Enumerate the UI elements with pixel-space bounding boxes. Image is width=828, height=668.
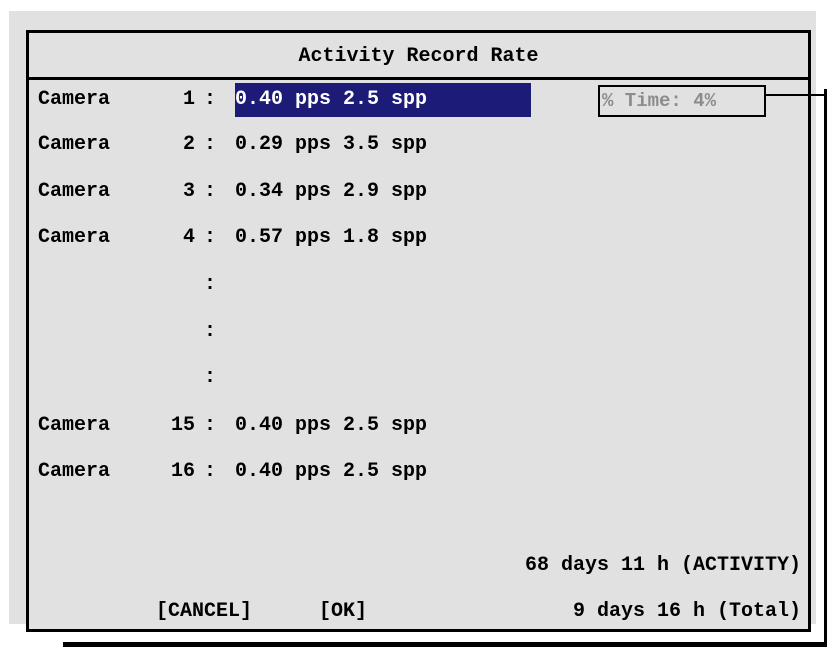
camera-rate-field[interactable]: 0.40 pps 2.5 spp — [235, 458, 427, 486]
camera-number: 1 — [182, 88, 195, 111]
row-separator: : — [204, 88, 217, 111]
ellipsis-colon: : — [204, 320, 217, 343]
percent-time-value: % Time: 4% — [602, 90, 717, 112]
camera-rate-field[interactable]: 0.40 pps 2.5 spp — [235, 412, 427, 440]
cancel-button[interactable]: [CANCEL] — [156, 598, 252, 626]
row-separator: : — [204, 180, 217, 203]
row-separator: : — [204, 133, 217, 156]
camera-number: 2 — [182, 133, 195, 156]
activity-record-rate-dialog: Activity Record Rate Camera 1 : 0.40 pps… — [26, 30, 811, 632]
total-duration: 9 days 16 h (Total) — [572, 600, 801, 623]
camera-label: Camera — [38, 226, 111, 249]
row-separator: : — [204, 414, 217, 437]
dvr-screen: Activity Record Rate Camera 1 : 0.40 pps… — [9, 11, 816, 632]
camera-number: 3 — [182, 180, 195, 203]
camera-number: 4 — [182, 226, 195, 249]
camera-rate-field[interactable]: 0.29 pps 3.5 spp — [235, 131, 427, 159]
dialog-title: Activity Record Rate — [29, 33, 808, 80]
camera-label: Camera — [38, 88, 111, 111]
ellipsis-colon: : — [204, 273, 217, 296]
camera-label: Camera — [38, 414, 111, 437]
camera-label: Camera — [38, 133, 111, 156]
callout-line-horizontal — [63, 642, 827, 647]
ellipsis-colon: : — [204, 366, 217, 389]
camera-rate-field-selected[interactable]: 0.40 pps 2.5 spp — [235, 86, 427, 114]
activity-duration: 68 days 11 h (ACTIVITY) — [524, 554, 801, 577]
camera-number: 16 — [170, 460, 195, 483]
camera-label: Camera — [38, 180, 111, 203]
percent-time-box: % Time: 4% — [598, 85, 766, 117]
camera-label: Camera — [38, 460, 111, 483]
row-separator: : — [204, 460, 217, 483]
camera-rate-field[interactable]: 0.57 pps 1.8 spp — [235, 224, 427, 252]
row-separator: : — [204, 226, 217, 249]
callout-line-vertical — [824, 89, 827, 644]
camera-number: 15 — [170, 414, 195, 437]
ok-button[interactable]: [OK] — [319, 598, 367, 626]
camera-rate-field[interactable]: 0.34 pps 2.9 spp — [235, 178, 427, 206]
